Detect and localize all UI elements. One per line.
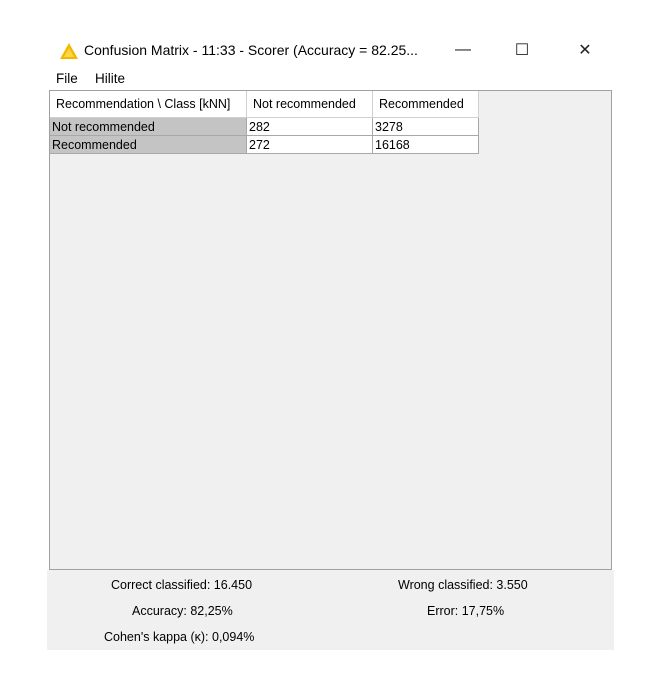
minimize-button[interactable]: —: [440, 32, 486, 68]
close-button[interactable]: ✕: [562, 32, 608, 68]
warning-triangle-icon: [60, 43, 78, 59]
column-header-corner[interactable]: Recommendation \ Class [kNN]: [50, 91, 247, 118]
table-cell[interactable]: 282: [246, 117, 373, 136]
error-text: Error: 17,75%: [427, 604, 505, 618]
accuracy-text: Accuracy: 82,25%: [132, 604, 233, 618]
table-row[interactable]: Recommended 272 16168: [50, 135, 479, 154]
menu-hilite[interactable]: Hilite: [95, 71, 125, 86]
row-header[interactable]: Recommended: [50, 135, 247, 154]
table-row[interactable]: Not recommended 282 3278: [50, 117, 479, 136]
maximize-button[interactable]: ☐: [499, 32, 545, 68]
wrong-classified-text: Wrong classified: 3.550: [398, 578, 528, 592]
confusion-matrix-table: Recommendation \ Class [kNN] Not recomme…: [50, 91, 479, 154]
close-icon: ✕: [578, 42, 592, 59]
menu-bar: File Hilite: [47, 68, 614, 90]
column-header-recommended[interactable]: Recommended: [372, 91, 479, 118]
cohens-kappa-text: Cohen's kappa (κ): 0,094%: [104, 630, 255, 644]
table-header-row: Recommendation \ Class [kNN] Not recomme…: [50, 91, 479, 118]
table-cell[interactable]: 16168: [372, 135, 479, 154]
confusion-matrix-window: Confusion Matrix - 11:33 - Scorer (Accur…: [47, 32, 614, 650]
minimize-icon: —: [455, 41, 471, 58]
table-cell[interactable]: 3278: [372, 117, 479, 136]
menu-file[interactable]: File: [56, 71, 78, 86]
statistics-panel: Correct classified: 16.450 Wrong classif…: [47, 570, 614, 650]
column-header-not-recommended[interactable]: Not recommended: [246, 91, 373, 118]
correct-classified-text: Correct classified: 16.450: [111, 578, 253, 592]
window-title: Confusion Matrix - 11:33 - Scorer (Accur…: [84, 42, 418, 58]
table-cell[interactable]: 272: [246, 135, 373, 154]
title-bar[interactable]: Confusion Matrix - 11:33 - Scorer (Accur…: [47, 32, 614, 68]
maximize-icon: ☐: [514, 42, 530, 59]
row-header[interactable]: Not recommended: [50, 117, 247, 136]
confusion-matrix-panel: Recommendation \ Class [kNN] Not recomme…: [49, 90, 612, 570]
